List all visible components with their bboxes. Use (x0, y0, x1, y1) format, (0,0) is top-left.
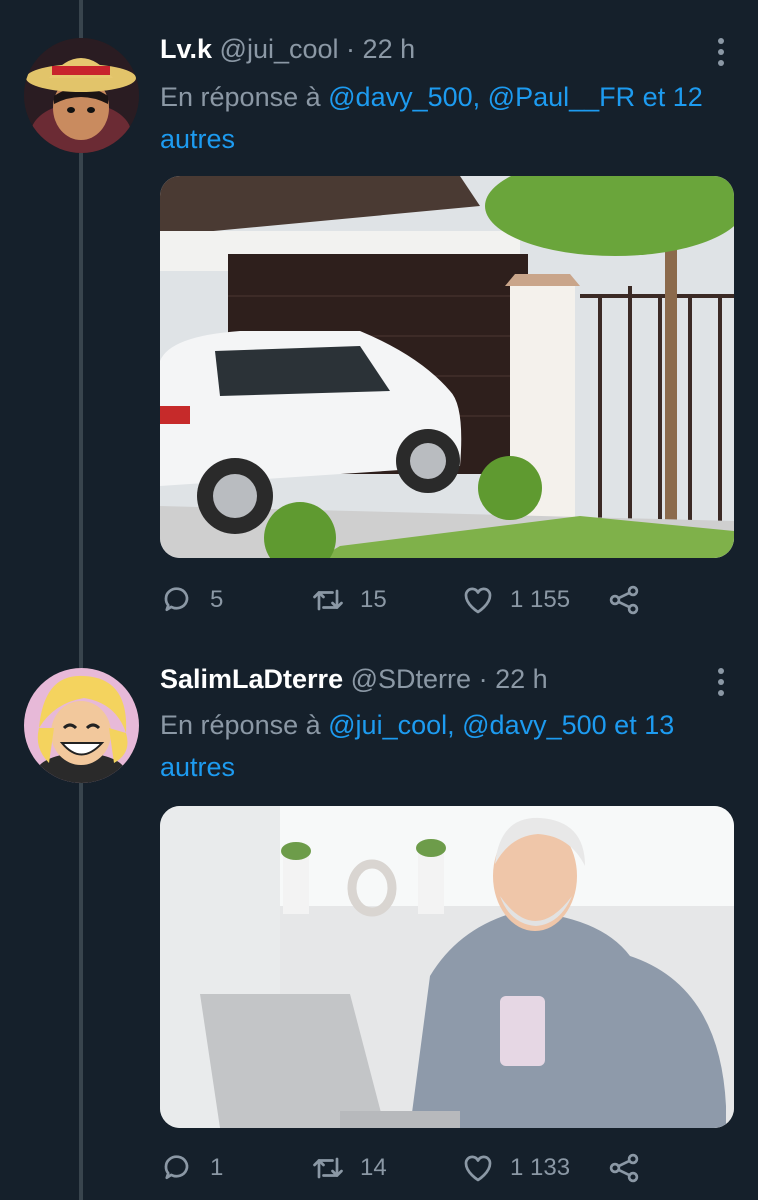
retweet-count: 15 (360, 586, 387, 613)
like-button[interactable]: 1 133 (460, 1150, 570, 1186)
tweet-actions: 5 15 1 155 (160, 582, 734, 622)
mention-link[interactable]: @davy_500 (462, 710, 607, 740)
heart-icon (464, 1155, 492, 1182)
retweet-count: 14 (360, 1154, 387, 1181)
reply-prefix: En réponse à (160, 710, 321, 740)
display-name[interactable]: SalimLaDterre (160, 664, 343, 694)
retweet-button[interactable]: 14 (310, 1150, 387, 1186)
mention-link[interactable]: @jui_cool, (328, 710, 454, 740)
avatar[interactable] (24, 38, 139, 153)
avatar[interactable] (24, 668, 139, 783)
mention-link[interactable]: @davy_500, (328, 82, 480, 112)
user-handle[interactable]: @SDterre (351, 664, 471, 694)
separator-dot: · (478, 664, 488, 694)
separator-dot: · (346, 34, 356, 64)
tweet-header: Lv.k @jui_cool · 22 h (160, 34, 415, 65)
thread-line (79, 0, 83, 1200)
display-name[interactable]: Lv.k (160, 34, 212, 64)
user-handle[interactable]: @jui_cool (220, 34, 339, 64)
share-icon (609, 1153, 639, 1183)
share-button[interactable] (606, 582, 656, 618)
tweet-image[interactable] (160, 806, 734, 1128)
reply-count: 1 (210, 1154, 224, 1181)
reply-button[interactable]: 5 (160, 582, 223, 618)
reply-joiner[interactable]: et (643, 82, 666, 112)
like-count: 1 155 (510, 586, 571, 613)
timestamp[interactable]: 22 h (363, 34, 416, 64)
mention-link[interactable]: @Paul__FR (488, 82, 635, 112)
reply-count: 5 (210, 586, 224, 613)
retweet-icon (313, 1157, 343, 1179)
tweet-actions: 1 14 1 133 (160, 1150, 734, 1190)
retweet-button[interactable]: 15 (310, 582, 387, 618)
vertical-dots-icon[interactable] (716, 668, 726, 701)
reply-context: En réponse à @jui_cool, @davy_500 et 13 … (160, 704, 730, 788)
tweet-image[interactable] (160, 176, 734, 558)
retweet-icon (313, 589, 343, 611)
share-button[interactable] (606, 1150, 656, 1186)
like-count: 1 133 (510, 1154, 571, 1181)
speech-bubble-icon (164, 1155, 189, 1180)
speech-bubble-icon (164, 587, 189, 612)
reply-button[interactable]: 1 (160, 1150, 223, 1186)
reply-joiner[interactable]: et (614, 710, 637, 740)
like-button[interactable]: 1 155 (460, 582, 570, 618)
vertical-dots-icon[interactable] (716, 38, 726, 71)
reply-prefix: En réponse à (160, 82, 321, 112)
heart-icon (464, 587, 492, 614)
timestamp[interactable]: 22 h (495, 664, 548, 694)
tweet-header: SalimLaDterre @SDterre · 22 h (160, 664, 548, 695)
reply-context: En réponse à @davy_500, @Paul__FR et 12 … (160, 76, 730, 160)
share-icon (609, 585, 639, 615)
